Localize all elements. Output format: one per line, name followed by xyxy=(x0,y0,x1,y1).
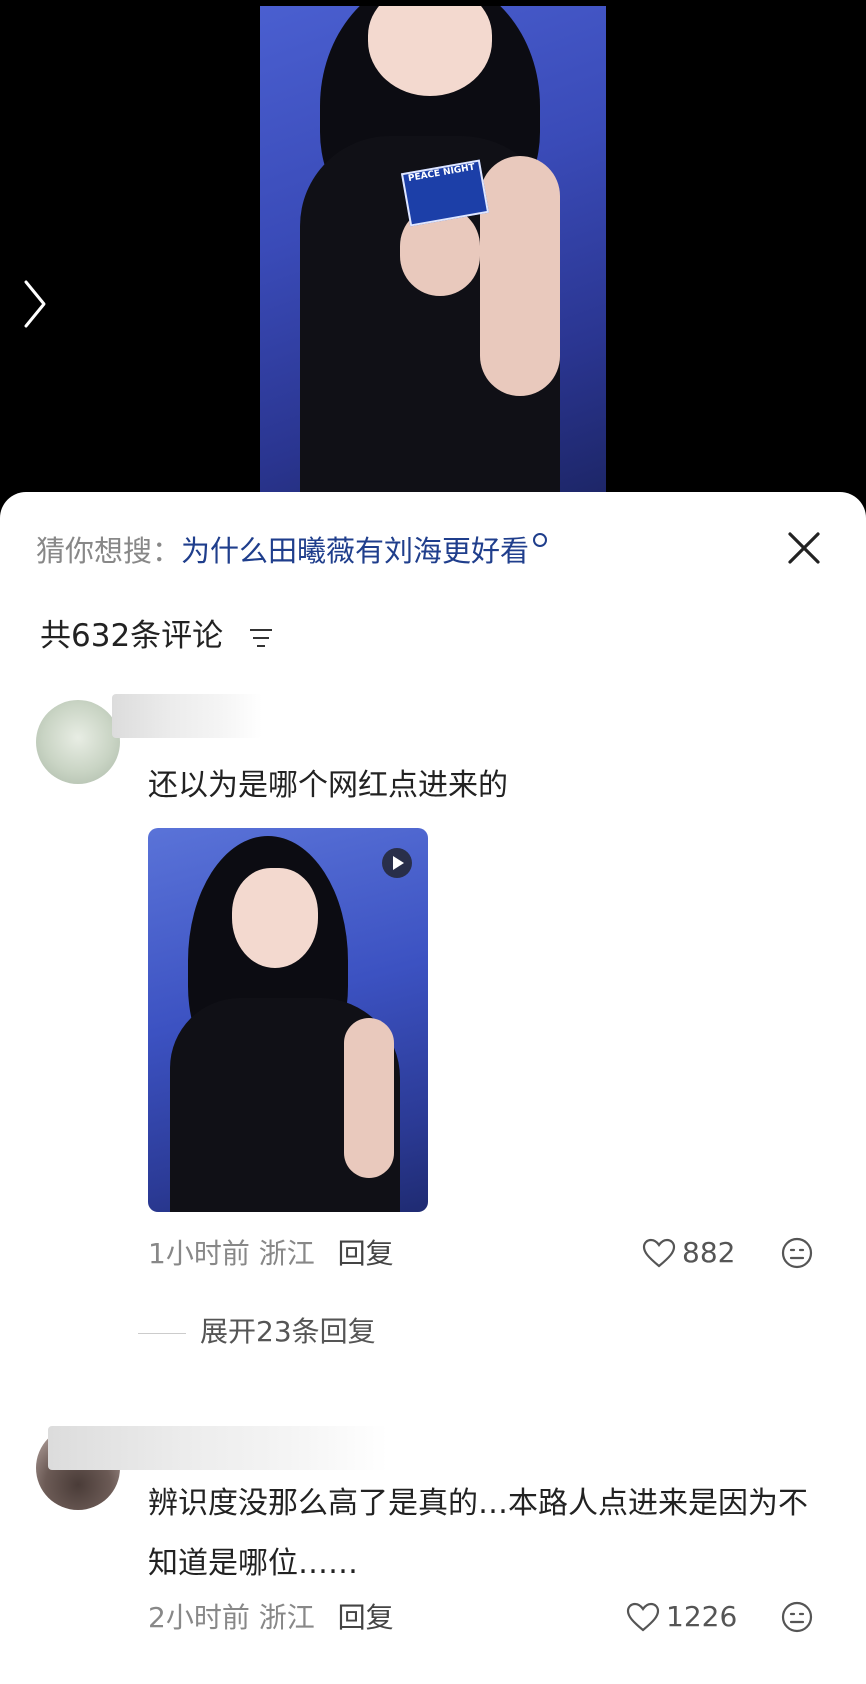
chevron-right-icon[interactable] xyxy=(14,276,54,332)
comment-text: 还以为是哪个网红点进来的 xyxy=(148,768,508,803)
comment-meta: 1小时前 浙江 回复 xyxy=(148,1232,394,1272)
comment-location: 浙江 xyxy=(258,1601,315,1634)
thumb-figure-arm xyxy=(344,1018,394,1178)
heart-icon xyxy=(642,1238,676,1268)
close-icon[interactable] xyxy=(784,528,824,568)
reply-button[interactable]: 回复 xyxy=(338,1237,394,1270)
comment-image[interactable] xyxy=(148,828,428,1212)
play-icon[interactable] xyxy=(382,848,412,878)
search-icon xyxy=(533,533,548,547)
username-blurred[interactable] xyxy=(48,1426,388,1470)
comment-location: 浙江 xyxy=(258,1237,315,1270)
emoji-reaction-icon[interactable] xyxy=(780,1236,814,1270)
like-count: 882 xyxy=(682,1236,736,1269)
comment-time: 1小时前 xyxy=(148,1237,250,1270)
comment-count-row: 共632条评论 xyxy=(40,610,273,655)
figure-arm xyxy=(480,156,560,396)
emoji-reaction-icon[interactable] xyxy=(780,1600,814,1634)
suggest-prefix: 猜你想搜： xyxy=(36,534,182,568)
expand-divider xyxy=(138,1332,186,1334)
thumb-figure-face xyxy=(232,868,318,968)
search-suggestion[interactable]: 猜你想搜：为什么田曦薇有刘海更好看 xyxy=(36,528,548,570)
like-button[interactable]: 1226 xyxy=(626,1596,737,1633)
reply-button[interactable]: 回复 xyxy=(338,1601,394,1634)
expand-replies-button[interactable]: 展开23条回复 xyxy=(138,1310,376,1350)
expand-replies-label: 展开23条回复 xyxy=(200,1315,376,1348)
username-blurred[interactable] xyxy=(112,694,262,738)
like-button[interactable]: 882 xyxy=(642,1232,735,1269)
heart-icon xyxy=(626,1602,660,1632)
like-count: 1226 xyxy=(666,1600,738,1633)
avatar[interactable] xyxy=(36,700,120,784)
sort-filter-icon[interactable] xyxy=(249,627,273,649)
suggest-query[interactable]: 为什么田曦薇有刘海更好看 xyxy=(181,534,529,568)
video-player[interactable]: PEACE NIGHT xyxy=(0,0,866,500)
video-frame: PEACE NIGHT xyxy=(260,6,606,492)
comment-count: 共632条评论 xyxy=(40,618,224,654)
comment-time: 2小时前 xyxy=(148,1601,250,1634)
comment-meta: 2小时前 浙江 回复 xyxy=(148,1596,394,1636)
comment-text: 辨识度没那么高了是真的…本路人点进来是因为不知道是哪位…… xyxy=(148,1486,808,1581)
